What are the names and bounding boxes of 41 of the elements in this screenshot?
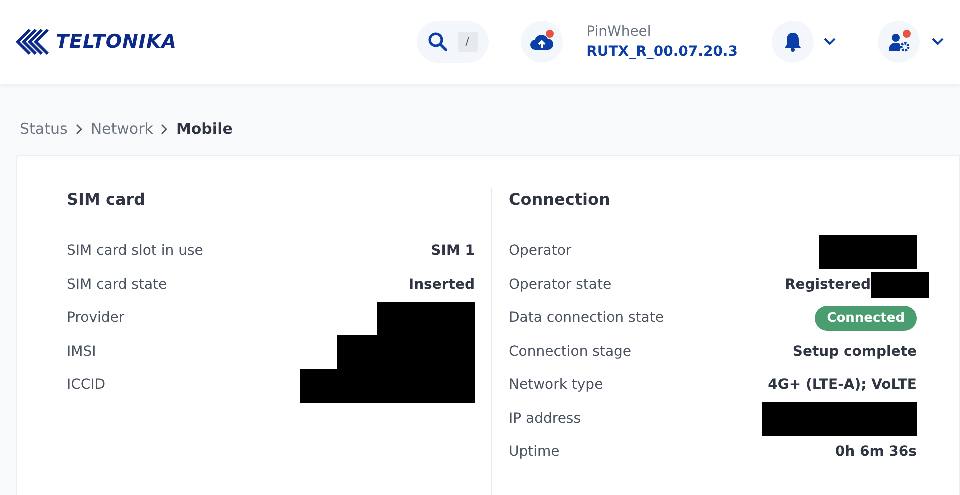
firmware-version: RUTX_R_00.07.20.3 xyxy=(586,43,738,62)
field-label: IMSI xyxy=(67,342,96,362)
chevron-right-icon xyxy=(161,124,168,134)
shortcut-key: / xyxy=(458,32,478,52)
field-label: Network type xyxy=(509,376,604,396)
field-value: Registered xyxy=(784,276,871,295)
logo-text: TELTONIKA xyxy=(56,30,177,55)
field-value: 4G+ (LTE-A); VoLTE xyxy=(768,376,917,396)
field-label: Operator state xyxy=(509,276,612,295)
status-badge: Connected xyxy=(815,306,917,332)
breadcrumb-current: Mobile xyxy=(176,118,233,140)
user-settings-button[interactable] xyxy=(878,21,920,63)
field-label: SIM card slot in use xyxy=(67,242,204,262)
chevron-down-icon[interactable] xyxy=(932,38,944,46)
field-value: 0h 6m 36s xyxy=(835,443,917,462)
redaction-bar xyxy=(871,272,929,298)
chevron-right-icon xyxy=(76,124,83,134)
device-name: PinWheel xyxy=(586,23,652,42)
notifications-button[interactable] xyxy=(772,21,814,63)
section-title: SIM card xyxy=(67,189,147,211)
user-gear-icon xyxy=(888,32,910,52)
field-label: Provider xyxy=(67,309,125,328)
bell-icon xyxy=(784,32,802,52)
field-value: SIM 1 xyxy=(431,242,475,262)
breadcrumb-link[interactable]: Status xyxy=(20,118,68,140)
cloud-button[interactable] xyxy=(520,21,563,63)
field-label: Operator xyxy=(509,242,572,262)
field-label: ICCID xyxy=(67,376,106,396)
field-label: IP address xyxy=(509,410,582,429)
search-button[interactable]: / xyxy=(416,21,489,63)
chevron-down-icon[interactable] xyxy=(824,38,836,46)
field-label: Uptime xyxy=(509,443,560,462)
field-value: Setup complete xyxy=(792,342,917,362)
field-value: Inserted xyxy=(408,276,475,295)
section-title: Connection xyxy=(509,189,612,211)
breadcrumb-link[interactable]: Network xyxy=(90,118,154,140)
search-icon xyxy=(428,32,448,52)
cloud-upload-icon xyxy=(530,33,554,51)
field-label: Data connection state xyxy=(509,309,664,328)
field-label: SIM card state xyxy=(67,276,168,295)
field-label: Connection stage xyxy=(509,342,632,362)
